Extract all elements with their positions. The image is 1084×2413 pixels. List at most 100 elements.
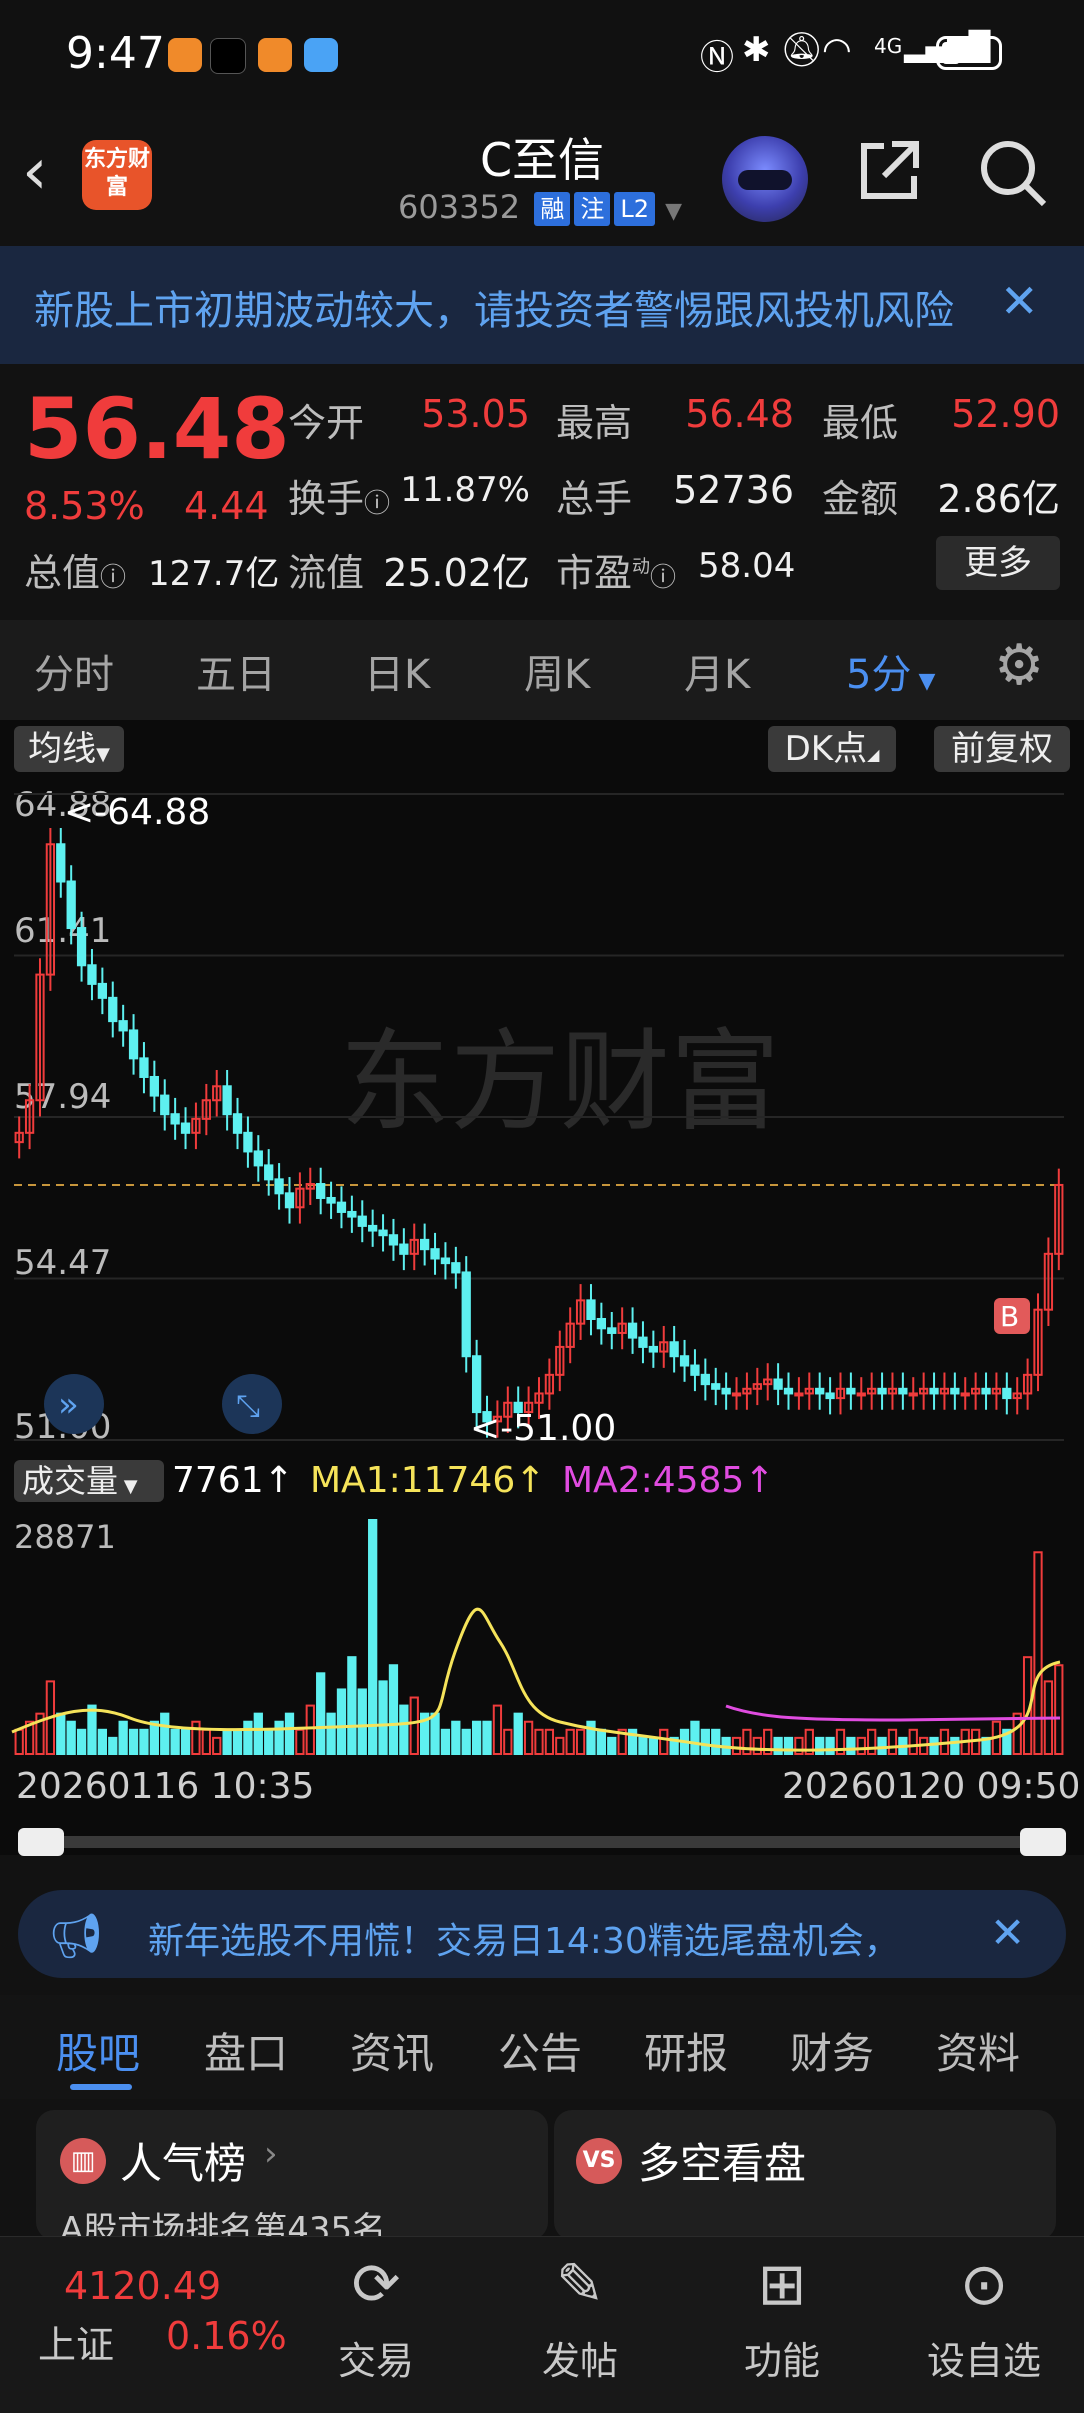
candle — [160, 1094, 170, 1116]
search-icon[interactable] — [976, 136, 1050, 210]
tab-intraday[interactable]: 分时 — [34, 642, 114, 700]
volume-bar — [700, 1728, 710, 1756]
candle — [648, 1345, 658, 1353]
volume-bar — [523, 1720, 534, 1755]
volume-bar — [596, 1728, 607, 1756]
volume-label: 总手 — [556, 477, 633, 521]
promo-banner[interactable]: 📢︎ 新年选股不用慌！交易日14:30精选尾盘机会， ✕ — [18, 1890, 1066, 1978]
tab-5min[interactable]: 5分 ▼ — [846, 642, 935, 700]
turnover-value: 11.87% — [400, 470, 530, 510]
candle — [856, 1392, 866, 1397]
candle — [607, 1327, 617, 1334]
tab-financials[interactable]: 财务 — [790, 2020, 874, 2081]
volume-bar — [160, 1712, 170, 1755]
compose-icon[interactable]: ✎ — [510, 2250, 650, 2318]
mktcap-label[interactable]: 总值ⓘ — [24, 542, 126, 597]
candle — [586, 1299, 596, 1320]
nav-add-watchlist[interactable]: 设自选 — [914, 2330, 1054, 2385]
amount-label: 金额 — [822, 477, 899, 521]
bull-bear-title: 多空看盘 — [638, 2139, 807, 2188]
volume-indicator-selector[interactable]: 成交量 ▼ — [14, 1460, 164, 1502]
tab-five-day[interactable]: 五日 — [196, 642, 276, 700]
tab-announcements[interactable]: 公告 — [498, 2020, 582, 2081]
tab-profile[interactable]: 资料 — [936, 2020, 1020, 2081]
pe-value: 58.04 — [698, 546, 796, 586]
attention-tag: 注 — [574, 192, 611, 226]
pe-label[interactable]: 市盈动ⓘ — [556, 542, 676, 597]
grid-icon[interactable]: ⊞ — [712, 2250, 852, 2318]
notification-app-icon — [258, 38, 292, 72]
chart-bar-icon: ▥ — [60, 2138, 106, 2184]
candle — [950, 1387, 960, 1395]
settings-gear-icon[interactable]: ⚙ — [994, 638, 1044, 694]
volume-bar — [378, 1680, 388, 1755]
buy-signal-label: B — [1000, 1300, 1019, 1333]
volume-bar — [97, 1728, 108, 1756]
tab-forum[interactable]: 股吧 — [56, 2020, 140, 2081]
tab-monthly-k[interactable]: 月K — [684, 642, 750, 700]
share-icon[interactable] — [854, 136, 924, 206]
popularity-card[interactable]: ▥ 人气榜 › A股市场排名第435名 — [36, 2110, 548, 2250]
more-dots-icon[interactable]: ⊙ — [914, 2250, 1054, 2318]
candle — [97, 982, 108, 999]
ai-assistant-icon[interactable] — [722, 136, 808, 222]
chevron-down-icon[interactable]: ▼ — [665, 199, 682, 224]
candle — [627, 1322, 638, 1339]
index-change[interactable]: 0.16% — [166, 2314, 287, 2358]
adjust-mode-toggle[interactable]: 前复权 — [934, 726, 1070, 772]
nav-trade[interactable]: 交易 — [306, 2330, 446, 2385]
candle — [815, 1387, 825, 1395]
nav-functions[interactable]: 功能 — [712, 2330, 852, 2385]
status-time: 9:47 — [66, 28, 165, 79]
ma-selector[interactable]: 均线▼ — [14, 726, 124, 772]
candle — [669, 1341, 679, 1358]
candle — [773, 1378, 783, 1390]
high-value: 56.48 — [685, 392, 794, 436]
close-icon[interactable]: ✕ — [990, 1908, 1025, 1957]
volume-bar — [87, 1704, 97, 1756]
volume-bar — [232, 1728, 243, 1756]
risk-warning-banner[interactable]: 新股上市初期波动较大，请投资者警惕跟风投机风险 ✕ — [0, 246, 1084, 364]
nav-post[interactable]: 发帖 — [510, 2330, 650, 2385]
vs-icon: VS — [576, 2138, 622, 2184]
volume-bar — [180, 1728, 191, 1756]
volume-bar — [867, 1728, 877, 1756]
candle — [461, 1271, 471, 1358]
close-icon[interactable]: ✕ — [1000, 274, 1039, 328]
candle — [471, 1355, 482, 1414]
tab-research[interactable]: 研报 — [644, 2020, 728, 2081]
index-name[interactable]: 上证 — [38, 2314, 114, 2369]
candle — [243, 1131, 253, 1153]
stock-code-line: 603352 融注 L2 ▼ — [398, 188, 682, 226]
volume-ma2: MA2:4585↑ — [562, 1460, 775, 1501]
volume-bar — [575, 1728, 586, 1756]
scrollbar-right-handle[interactable] — [1020, 1828, 1066, 1856]
candle — [898, 1387, 908, 1395]
tab-weekly-k[interactable]: 周K — [524, 642, 590, 700]
candle — [118, 1020, 128, 1032]
bull-bear-card[interactable]: VS 多空看盘 — [554, 2110, 1056, 2240]
tab-daily-k[interactable]: 日K — [364, 642, 430, 700]
trade-icon[interactable]: ⟳ — [306, 2250, 446, 2318]
volume-bar — [56, 1712, 66, 1755]
volume-bar — [274, 1720, 284, 1755]
volume-bar — [565, 1728, 575, 1756]
candle — [451, 1262, 461, 1274]
dk-point-toggle[interactable]: DK点◢ — [768, 726, 896, 772]
tab-news[interactable]: 资讯 — [350, 2020, 434, 2081]
chart-scrollbar[interactable] — [18, 1836, 1064, 1848]
candle — [420, 1238, 430, 1251]
volume-bar — [1054, 1664, 1064, 1755]
turnover-label[interactable]: 换手ⓘ — [288, 468, 390, 523]
candle — [264, 1164, 274, 1181]
volume-chart[interactable]: 28871 — [0, 1512, 1084, 1762]
volume-bar — [316, 1672, 326, 1755]
candle — [347, 1210, 357, 1218]
level2-tag: L2 — [614, 192, 655, 226]
volume-bar — [305, 1704, 315, 1756]
index-value[interactable]: 4120.49 — [64, 2264, 221, 2308]
more-button[interactable]: 更多 — [936, 536, 1060, 590]
scrollbar-left-handle[interactable] — [18, 1828, 64, 1856]
tab-orderbook[interactable]: 盘口 — [204, 2020, 288, 2081]
volume-bar — [295, 1728, 305, 1756]
